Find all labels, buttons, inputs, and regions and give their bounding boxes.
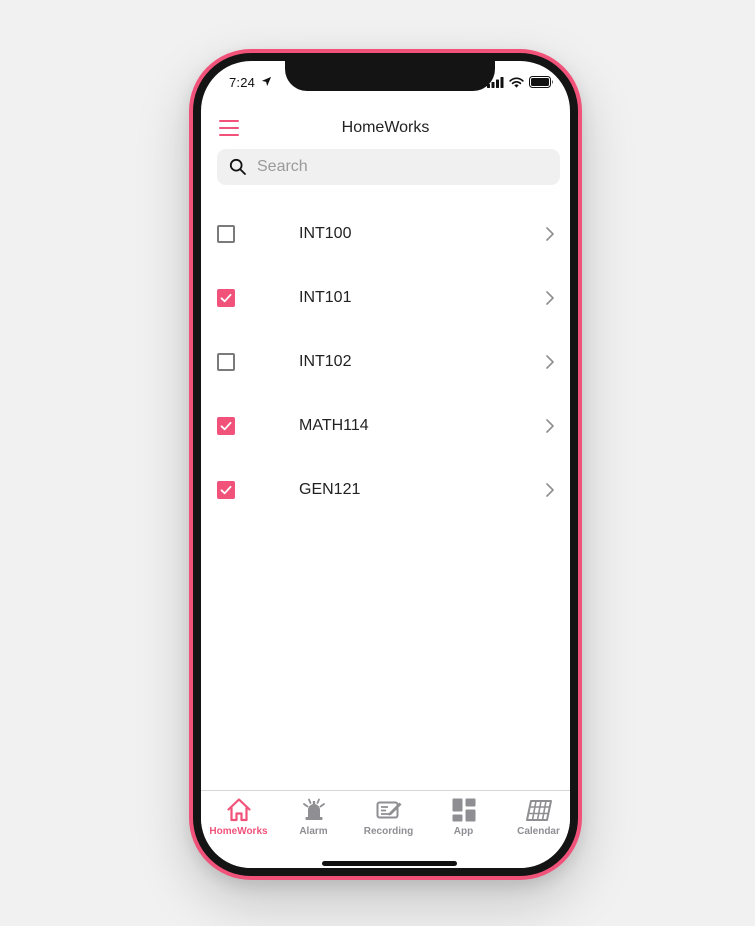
checkmark-icon	[220, 421, 232, 431]
homework-list: INT100 INT101 INT102 MATH114 GEN121	[201, 202, 570, 522]
home-indicator	[322, 861, 457, 866]
tab-alarm[interactable]: Alarm	[276, 794, 351, 842]
homework-item-int101[interactable]: INT101	[201, 266, 570, 330]
tab-homeworks[interactable]: HomeWorks	[201, 794, 276, 842]
recording-icon	[376, 801, 401, 819]
checkmark-icon	[220, 293, 232, 303]
bottom-tab-bar: HomeWorks Alarm Recording App Calendar	[201, 790, 570, 868]
page-title: HomeWorks	[341, 119, 430, 136]
homework-label: INT100	[299, 225, 352, 242]
homework-item-int102[interactable]: INT102	[201, 330, 570, 394]
battery-icon	[529, 76, 553, 88]
homework-item-int100[interactable]: INT100	[201, 202, 570, 266]
chevron-right-icon	[546, 355, 554, 369]
homework-label: GEN121	[299, 481, 361, 498]
homework-checkbox[interactable]	[217, 353, 235, 371]
phone-bezel: 7:24 HomeWorks Search INT100 INT101 INT1…	[193, 53, 578, 876]
search-input[interactable]	[257, 158, 537, 176]
homework-label: INT102	[299, 353, 352, 370]
homework-checkbox[interactable]	[217, 417, 235, 435]
tab-label: Recording	[363, 826, 414, 837]
homework-item-math114[interactable]: MATH114	[201, 394, 570, 458]
homework-checkbox[interactable]	[217, 289, 235, 307]
search-bar[interactable]	[217, 149, 560, 185]
homework-checkbox[interactable]	[217, 225, 235, 243]
cellular-signal-icon	[487, 76, 504, 88]
tab-calendar[interactable]: Calendar	[501, 794, 570, 842]
tab-label: HomeWorks	[209, 826, 268, 837]
tab-label: Calendar	[517, 826, 560, 837]
search-icon	[229, 158, 246, 175]
tab-app[interactable]: App	[426, 794, 501, 842]
camera-notch	[285, 61, 495, 91]
wifi-icon	[509, 76, 524, 88]
tab-label: App	[453, 826, 474, 837]
status-time: 7:24	[229, 75, 256, 90]
app-grid-icon	[452, 798, 475, 822]
homework-checkbox[interactable]	[217, 481, 235, 499]
chevron-right-icon	[546, 291, 554, 305]
tab-label: Alarm	[299, 826, 328, 837]
app-screen: 7:24 HomeWorks Search INT100 INT101 INT1…	[201, 61, 570, 868]
homework-label: MATH114	[299, 417, 369, 434]
homework-label: INT101	[299, 289, 352, 306]
chevron-right-icon	[546, 419, 554, 433]
tab-recording[interactable]: Recording	[351, 794, 426, 842]
homework-item-gen121[interactable]: GEN121	[201, 458, 570, 522]
location-arrow-icon	[261, 76, 272, 87]
checkmark-icon	[220, 485, 232, 495]
status-indicators	[487, 76, 554, 88]
alarm-bell-icon	[302, 798, 325, 820]
chevron-right-icon	[546, 227, 554, 241]
chevron-right-icon	[546, 483, 554, 497]
home-icon	[226, 798, 251, 822]
phone-frame: 7:24 HomeWorks Search INT100 INT101 INT1…	[189, 49, 582, 880]
calendar-icon	[525, 800, 552, 821]
